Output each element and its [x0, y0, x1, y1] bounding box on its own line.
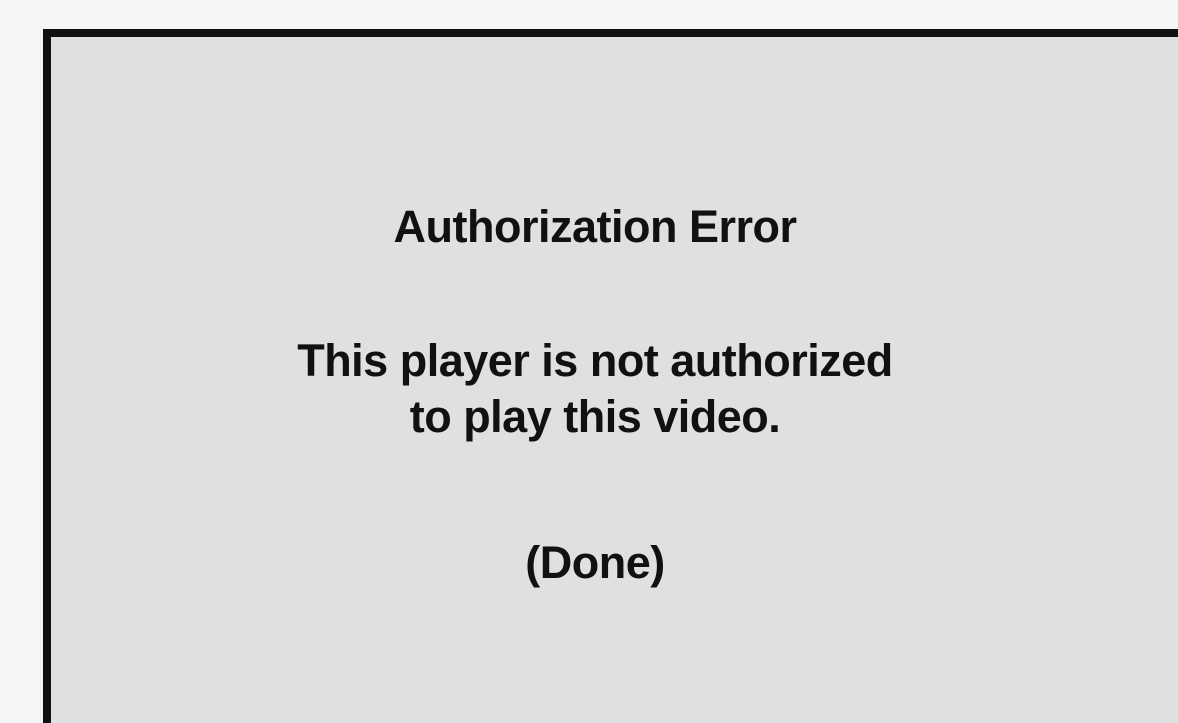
done-button[interactable]: (Done)	[51, 537, 1139, 589]
error-message-line-1: This player is not authorized	[297, 335, 893, 386]
error-screen: Authorization Error This player is not a…	[43, 29, 1178, 723]
error-message: This player is not authorized to play th…	[51, 333, 1139, 445]
error-title: Authorization Error	[393, 201, 798, 252]
error-message-line-2: to play this video.	[409, 391, 781, 442]
